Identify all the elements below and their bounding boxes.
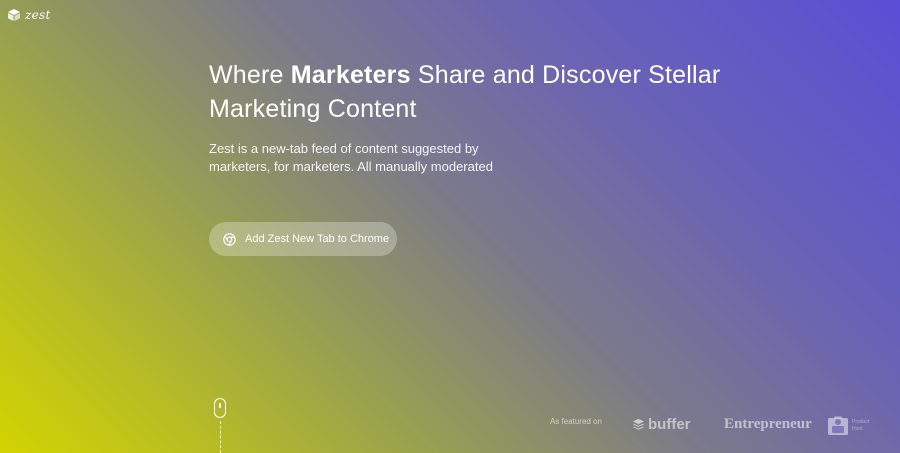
brand-logo[interactable]: zest xyxy=(7,8,51,22)
cube-icon xyxy=(8,9,20,21)
mouse-wheel xyxy=(219,403,221,408)
product-hunt-wordmark: Product Hunt xyxy=(852,419,870,432)
headline-text-strong: Marketers xyxy=(290,61,411,89)
scroll-indicator[interactable] xyxy=(214,398,228,453)
hero-headline: Where Marketers Share and Discover Stell… xyxy=(209,58,729,126)
add-to-chrome-button[interactable]: Add Zest New Tab to Chrome xyxy=(209,222,397,256)
buffer-wordmark: buffer xyxy=(648,416,691,433)
mouse-scroll-icon xyxy=(214,398,226,418)
product-hunt-logo[interactable]: Product Hunt xyxy=(827,416,878,436)
hero-subtitle: Zest is a new-tab feed of content sugges… xyxy=(209,141,493,174)
as-featured-label: As featured on xyxy=(549,417,602,426)
entrepreneur-logo[interactable]: Entrepreneur xyxy=(724,416,812,433)
buffer-stack-icon xyxy=(632,418,645,430)
add-to-chrome-label: Add Zest New Tab to Chrome xyxy=(245,233,390,245)
hero-section: Where Marketers Share and Discover Stell… xyxy=(209,58,729,176)
scroll-dashed-line xyxy=(220,421,221,453)
brand-name: zest xyxy=(25,8,51,22)
chrome-icon xyxy=(223,232,236,246)
headline-text-pre: Where xyxy=(209,61,291,89)
buffer-logo[interactable]: buffer xyxy=(632,416,691,433)
product-hunt-kitty-icon xyxy=(828,416,848,435)
